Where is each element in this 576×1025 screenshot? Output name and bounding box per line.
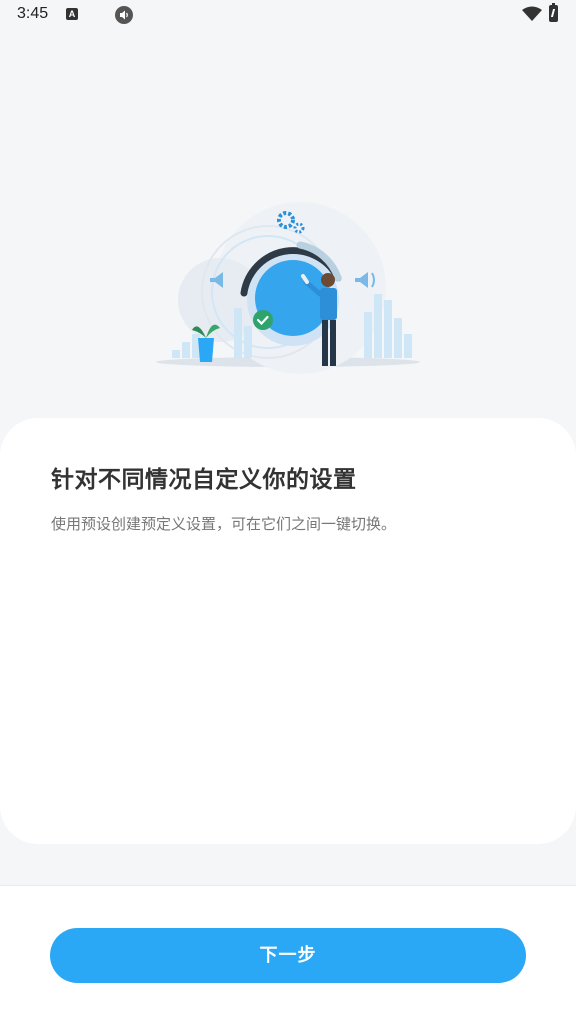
notification-a-icon: A [66, 8, 78, 20]
card-description: 使用预设创建预定义设置，可在它们之间一键切换。 [51, 515, 397, 533]
status-bar: 3:45 A [0, 0, 576, 30]
status-time: 3:45 [17, 5, 49, 22]
wifi-icon [522, 6, 542, 26]
battery-charging-icon [549, 3, 558, 22]
settings-illustration [150, 200, 430, 380]
next-step-button[interactable]: 下一步 [50, 928, 526, 983]
sound-notification-icon [115, 6, 133, 24]
card-title: 针对不同情况自定义你的设置 [51, 467, 357, 493]
